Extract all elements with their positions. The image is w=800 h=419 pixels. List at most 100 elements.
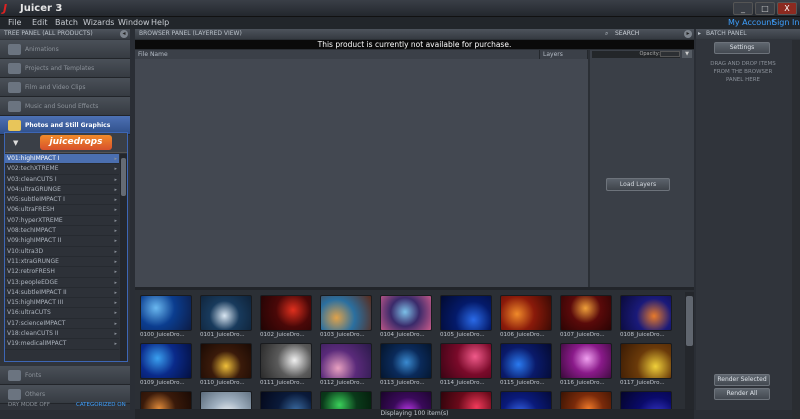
thumbnail-item[interactable]: 0108_JuiceDro... [620,295,672,341]
thumbnail-scrollbar[interactable] [685,292,694,410]
thumbnail-item[interactable]: 0107_JuiceDro... [560,295,612,341]
sign-in-link[interactable]: Sign In [772,17,799,29]
category-label: Film and Video Clips [25,84,86,91]
search-icon[interactable]: ⌕ [605,29,608,39]
thumbnail-image [260,295,312,331]
category-music[interactable]: Music and Sound Effects [0,97,130,116]
volume-item[interactable]: V03:cleanCUTS I ▸ [5,175,119,185]
menu-edit[interactable]: Edit [32,17,48,29]
volume-item[interactable]: V15:highIMPACT III ▸ [5,298,119,309]
maximize-button[interactable]: □ [755,2,775,15]
opacity-input[interactable] [660,51,680,57]
settings-button[interactable]: Settings [714,42,770,54]
thumbnail-image [140,295,192,331]
thumbnail-caption: 0117_JuiceDro... [620,380,665,386]
thumbnail-caption: 0109_JuiceDro... [140,380,185,386]
batch-panel-title: BATCH PANEL [706,30,747,37]
volume-item[interactable]: V01:highIMPACT I ▸ [5,154,119,165]
load-layers-button[interactable]: Load Layers [606,178,670,191]
scroll-thumb[interactable] [686,296,693,346]
categorized-status[interactable]: CATEGORIZED ON [76,400,126,410]
thumbnail-item[interactable]: 0101_JuiceDro... [200,295,252,341]
category-label: Projects and Templates [25,65,95,72]
volume-item[interactable]: V12:retroFRESH ▸ [5,267,119,278]
column-layers[interactable]: Layers [540,50,588,59]
scroll-thumb[interactable] [121,158,126,196]
volume-item[interactable]: V09:highIMPACT II ▸ [5,236,119,247]
thumbnail-item[interactable]: 0115_JuiceDro... [500,343,552,389]
column-file-name[interactable]: File Name [135,50,540,59]
thumbnail-item[interactable]: 0112_JuiceDro... [320,343,372,389]
volume-label: V02:techXTREME [7,165,59,173]
render-selected-button[interactable]: Render Selected [714,374,770,386]
thumbnail-item[interactable]: 0116_JuiceDro... [560,343,612,389]
left-status: DRY MODE OFF CATEGORIZED ON [0,400,130,410]
expand-triangle-icon[interactable]: ▼ [13,139,18,147]
volume-item[interactable]: V04:ultraGRUNGE ▸ [5,185,119,196]
volume-scrollbar[interactable] [120,154,127,361]
volume-item[interactable]: V10:ultra3D ▸ [5,247,119,257]
thumbnail-item[interactable]: 0100_JuiceDro... [140,295,192,341]
thumbnail-item[interactable]: 0106_JuiceDro... [500,295,552,341]
collapse-arrow-icon[interactable]: ◂ [120,30,128,38]
category-label: Fonts [25,372,42,379]
volume-item[interactable]: V14:subtleIMPACT II ▸ [5,288,119,299]
volume-item[interactable]: V13:peopleEDGE ▸ [5,278,119,288]
panel-menu-icon[interactable]: ▸ [684,30,692,38]
volume-item[interactable]: V06:ultraFRESH ▸ [5,205,119,216]
thumbnail-item[interactable]: 0103_JuiceDro... [320,295,372,341]
render-all-button[interactable]: Render All [714,388,770,400]
film-reel-icon [8,44,21,55]
search-input[interactable]: SEARCH [615,29,639,39]
volume-item[interactable]: V19:medicalIMPACT ▸ [5,339,119,350]
volume-item[interactable]: V16:ultraCUTS ▸ [5,308,119,319]
category-label: Animations [25,46,59,53]
menu-file[interactable]: File [8,17,21,29]
thumbnail-caption: 0101_JuiceDro... [200,332,245,338]
thumbnail-item[interactable]: 0109_JuiceDro... [140,343,192,389]
volume-item[interactable]: V05:subtleIMPACT I ▸ [5,195,119,206]
volume-item[interactable]: V07:hyperXTREME ▸ [5,216,119,227]
splitter[interactable] [135,287,694,290]
folder-icon [8,63,21,74]
collapse-arrow-icon[interactable]: ▸ [698,29,701,39]
dropdown-arrow-icon[interactable]: ▼ [682,50,692,58]
volume-item[interactable]: V18:cleanCUTS II ▸ [5,329,119,340]
juicer-logo-icon: J [3,2,8,15]
volume-label: V17:scienceIMPACT [7,319,66,327]
chevron-right-icon: ▸ [114,156,117,162]
thumbnail-item[interactable]: 0111_JuiceDro... [260,343,312,389]
thumbnail-item[interactable]: 0117_JuiceDro... [620,343,672,389]
file-list-area[interactable] [135,59,588,287]
thumbnail-item[interactable]: 0113_JuiceDro... [380,343,432,389]
thumbnail-item[interactable]: 0110_JuiceDro... [200,343,252,389]
volume-item[interactable]: V08:techIMPACT ▸ [5,226,119,237]
menu-batch[interactable]: Batch [55,17,78,29]
thumbnail-image [500,343,552,379]
product-header[interactable]: ▼ juicedrops [5,133,127,153]
menu-window[interactable]: Window [118,17,150,29]
volume-item[interactable]: V17:scienceIMPACT ▸ [5,319,119,330]
minimize-button[interactable]: _ [733,2,753,15]
category-animations[interactable]: Animations [0,40,130,59]
thumbnail-item[interactable]: 0102_JuiceDro... [260,295,312,341]
thumbnail-caption: 0107_JuiceDro... [560,332,605,338]
thumbnail-image [200,343,252,379]
category-film[interactable]: Film and Video Clips [0,78,130,97]
category-fonts[interactable]: Fonts [0,366,130,385]
my-account-link[interactable]: My Account [728,17,774,29]
thumbnail-item[interactable]: 0114_JuiceDro... [440,343,492,389]
volume-item[interactable]: V02:techXTREME ▸ [5,164,119,175]
chevron-right-icon: ▸ [114,258,117,265]
chevron-right-icon: ▸ [114,217,117,224]
menu-help[interactable]: Help [151,17,169,29]
thumbnail-item[interactable]: 0105_JuiceDro... [440,295,492,341]
close-button[interactable]: X [777,2,797,15]
category-projects[interactable]: Projects and Templates [0,59,130,78]
menu-wizards[interactable]: Wizards [83,17,114,29]
dry-mode-status[interactable]: DRY MODE OFF [8,400,50,410]
thumbnail-item[interactable]: 0104_JuiceDro... [380,295,432,341]
volume-item[interactable]: V11:xtraGRUNGE ▸ [5,257,119,268]
batch-scrollbar[interactable] [792,40,800,419]
chevron-right-icon: ▸ [114,320,117,327]
